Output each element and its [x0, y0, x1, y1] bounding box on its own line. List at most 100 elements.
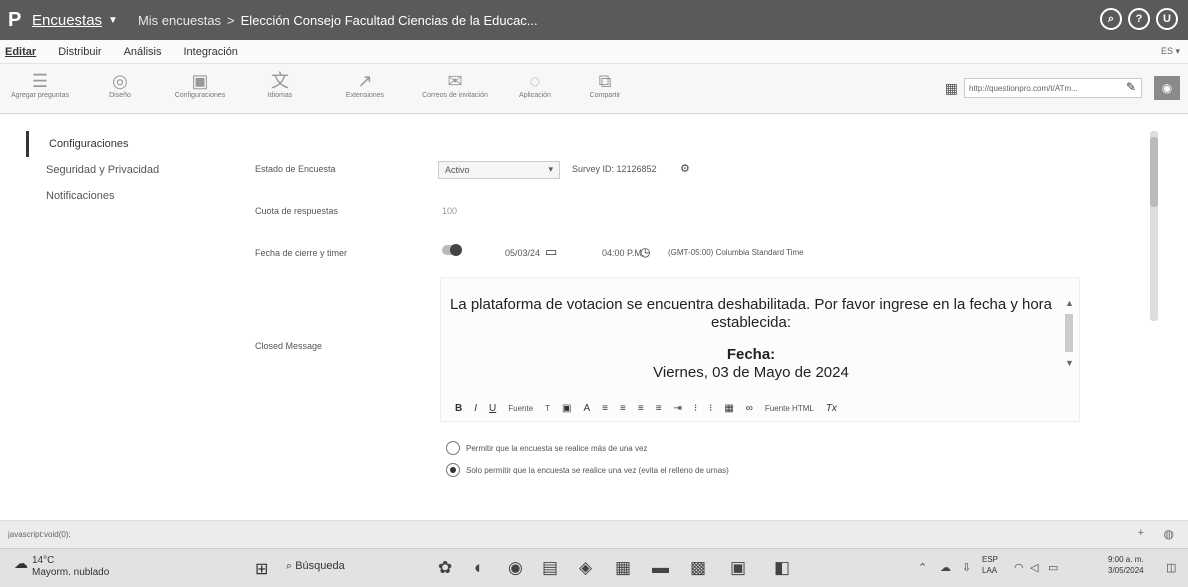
scroll-down-icon[interactable]: ▼	[1065, 358, 1075, 368]
edit-url-icon[interactable]: ✎	[1126, 80, 1136, 94]
weather-desc: Mayorm. nublado	[32, 567, 110, 578]
notification-bell-icon[interactable]: ◫	[1166, 561, 1176, 574]
user-icon[interactable]: U	[1156, 8, 1178, 30]
image-icon[interactable]: ▣	[562, 403, 571, 414]
outlook-icon[interactable]: ◧	[774, 558, 790, 578]
scrollbar-thumb[interactable]	[1150, 137, 1158, 207]
language-selector[interactable]: ES ▾	[1161, 46, 1180, 57]
breadcrumb-root[interactable]: Mis encuestas	[138, 13, 221, 28]
tool-languages[interactable]: 文 Idiomas	[240, 70, 320, 99]
menu-analisis[interactable]: Análisis	[124, 46, 162, 58]
menu-integracion[interactable]: Integración	[184, 46, 238, 58]
radio-circle[interactable]	[446, 441, 460, 455]
spotify-icon[interactable]: ◈	[579, 558, 592, 578]
clear-format-button[interactable]: Tx	[826, 403, 837, 414]
align-center-icon[interactable]: ≡	[620, 403, 626, 414]
speaker-icon[interactable]: ◁	[1030, 561, 1038, 574]
clock-widget[interactable]: 9:00 a. m. 3/05/2024	[1108, 554, 1144, 576]
battery-icon[interactable]: ▭	[1048, 561, 1058, 574]
tool-add-questions[interactable]: ☰ Agregar preguntas	[0, 70, 80, 99]
radio-allow-multiple[interactable]: Permitir que la encuesta se realice más …	[446, 441, 647, 455]
chevron-up-icon[interactable]: ⌃	[918, 561, 927, 574]
chevron-down-icon[interactable]: ▼	[108, 15, 118, 26]
font-size-select[interactable]: T	[545, 404, 550, 413]
teams-icon[interactable]: ▣	[730, 558, 746, 578]
cloud-icon[interactable]: ☁	[940, 561, 951, 574]
usb-icon[interactable]: ⇩	[962, 561, 971, 574]
close-date-toggle[interactable]	[442, 244, 462, 256]
calendar-icon[interactable]: ▭	[545, 244, 557, 260]
copilot-icon[interactable]: ✿	[438, 558, 452, 578]
app-icon: ◌	[529, 71, 541, 91]
bold-button[interactable]: B	[455, 403, 462, 414]
closed-message-date: Viernes, 03 de Mayo de 2024	[653, 364, 849, 381]
chat-icon[interactable]: ◍	[1164, 527, 1174, 541]
text-color-button[interactable]: A	[584, 403, 591, 414]
word-icon[interactable]: ▩	[690, 558, 706, 578]
font-select[interactable]: Fuente	[508, 404, 533, 413]
justify-icon[interactable]: ≡	[656, 403, 662, 414]
response-limit-field[interactable]: 100	[442, 206, 457, 216]
align-right-icon[interactable]: ≡	[638, 403, 644, 414]
numbered-list-icon[interactable]: ⁝	[694, 403, 697, 414]
store-icon[interactable]: ▤	[542, 558, 558, 578]
editor-scrollbar[interactable]: ▲ ▼	[1065, 298, 1075, 386]
excel-icon[interactable]: ▦	[615, 558, 631, 578]
close-time-input[interactable]: 04:00 P.M.	[602, 248, 644, 258]
tool-email[interactable]: ✉ Correos de invitación	[415, 70, 495, 99]
tool-design[interactable]: ◎ Diseño	[80, 70, 160, 99]
brand-menu[interactable]: P Encuestas ▼	[8, 9, 138, 32]
closed-message-editor[interactable]: La plataforma de votacion se encuentra d…	[440, 277, 1080, 422]
weather-cloud-icon: ☁	[14, 555, 28, 571]
tool-label: Diseño	[109, 92, 131, 99]
html-source-button[interactable]: Fuente HTML	[765, 404, 814, 413]
input-language[interactable]: ESP LAA	[982, 554, 998, 576]
windows-start-icon[interactable]: ⊞	[255, 559, 268, 579]
preview-button[interactable]: ◉	[1154, 76, 1180, 100]
clock-icon[interactable]: ◷	[640, 245, 650, 259]
align-left-icon[interactable]: ≡	[602, 403, 608, 414]
languages-icon: 文	[271, 71, 289, 91]
link-icon[interactable]: ∞	[746, 403, 753, 414]
tool-extensions[interactable]: ↗ Extensiones	[325, 70, 405, 99]
wifi-icon[interactable]: ◠	[1014, 561, 1024, 574]
sidebar-item-seguridad[interactable]: Seguridad y Privacidad	[26, 157, 216, 183]
help-icon[interactable]: ?	[1128, 8, 1150, 30]
italic-button[interactable]: I	[474, 403, 477, 414]
bullet-list-icon[interactable]: ⁝	[709, 403, 712, 414]
tool-label: Idiomas	[267, 92, 293, 99]
menu-bar: Editar Distribuir Análisis Integración E…	[0, 40, 1188, 64]
qr-code-icon[interactable]: ▦	[945, 80, 958, 97]
brand-name[interactable]: Encuestas	[32, 12, 102, 29]
status-select[interactable]: Activo ▾	[438, 161, 560, 179]
radio-circle[interactable]	[446, 463, 460, 477]
edge-browser-icon[interactable]: ◐	[474, 558, 484, 578]
radio-allow-once[interactable]: Solo permitir que la encuesta se realice…	[446, 463, 729, 477]
weather-widget[interactable]: ☁ 14°C Mayorm. nublado	[14, 555, 109, 579]
menu-editar[interactable]: Editar	[5, 46, 36, 58]
underline-button[interactable]: U	[489, 403, 496, 414]
sidebar-item-notificaciones[interactable]: Notificaciones	[26, 183, 216, 209]
survey-url-field[interactable]: http://questionpro.com/t/ATm...	[964, 78, 1142, 98]
table-icon[interactable]: ▦	[724, 403, 733, 414]
scroll-up-icon[interactable]: ▲	[1065, 298, 1075, 308]
tool-app[interactable]: ◌ Aplicación	[495, 70, 575, 99]
tool-share[interactable]: ⧉ Compartir	[565, 70, 645, 99]
chrome-browser-icon[interactable]: ◉	[508, 558, 523, 578]
tool-label: Agregar preguntas	[11, 92, 69, 99]
file-explorer-icon[interactable]: ▬	[652, 558, 669, 578]
breadcrumb: Mis encuestas > Elección Consejo Faculta…	[138, 13, 538, 28]
menu-distribuir[interactable]: Distribuir	[58, 46, 101, 58]
closed-message-text[interactable]: La plataforma de votacion se encuentra d…	[441, 278, 1061, 398]
scrollbar-thumb[interactable]	[1065, 314, 1073, 352]
taskbar-search[interactable]: ⌕ Búsqueda	[286, 560, 345, 573]
search-icon[interactable]: ⌕	[1100, 8, 1122, 30]
sidebar-item-configuraciones[interactable]: Configuraciones	[26, 131, 216, 157]
page-scrollbar[interactable]	[1150, 131, 1158, 321]
indent-icon[interactable]: ⇥	[674, 403, 682, 414]
close-date-input[interactable]: 05/03/24	[505, 248, 540, 258]
gear-icon[interactable]: ⚙	[680, 162, 690, 175]
notification-icon[interactable]: +	[1138, 527, 1144, 539]
top-bar: P Encuestas ▼ Mis encuestas > Elección C…	[0, 0, 1188, 40]
tool-settings[interactable]: ▣ Configuraciones	[160, 70, 240, 99]
